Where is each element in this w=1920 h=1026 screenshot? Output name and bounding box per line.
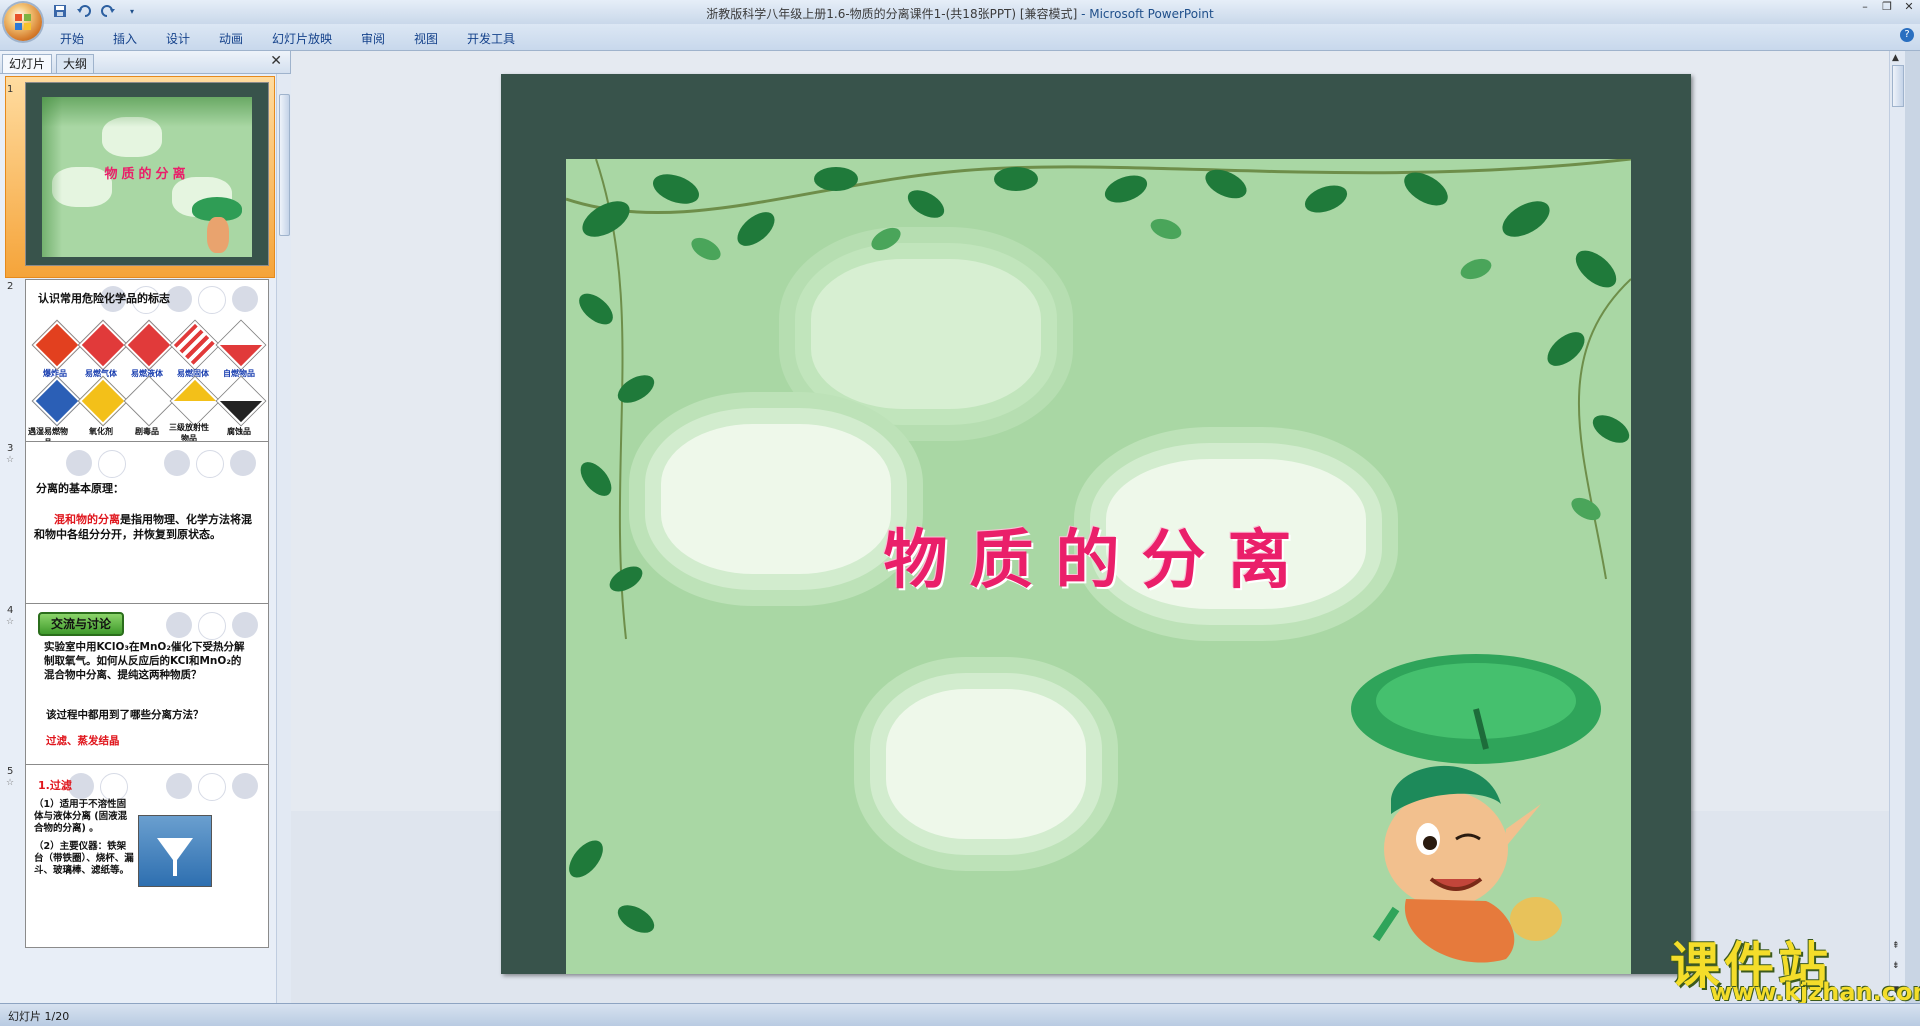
- tab-slides[interactable]: 幻灯片: [2, 54, 53, 73]
- tab-review[interactable]: 审阅: [361, 30, 385, 47]
- tab-developer[interactable]: 开发工具: [467, 30, 515, 47]
- window-controls: – ❐ ✕: [1854, 0, 1920, 16]
- slide-preview: 物质的分离: [25, 82, 269, 266]
- close-icon[interactable]: ✕: [1898, 0, 1920, 16]
- oxidizer-icon: [78, 376, 128, 426]
- elf-character-image: [1346, 654, 1601, 963]
- tab-animations[interactable]: 动画: [219, 30, 243, 47]
- tab-outline[interactable]: 大纲: [56, 54, 95, 73]
- slide-1: 物质的分离: [566, 159, 1631, 974]
- slide-preview: 交流与讨论 实验室中用KClO₃在MnO₂催化下受热分解制取氧气。如何从反应后的…: [25, 603, 269, 787]
- animation-star-icon: ☆: [6, 778, 15, 788]
- slide-thumbnails: 1 物质的分离 2 认识常用危险化学品的标志 爆炸品 易燃气体 易燃液体 易燃固…: [0, 74, 276, 1003]
- discussion-badge: 交流与讨论: [38, 612, 124, 636]
- toxic-icon: [124, 376, 174, 426]
- slide-preview: 认识常用危险化学品的标志 爆炸品 易燃气体 易燃液体 易燃固体 自燃物品 遇湿易…: [25, 279, 269, 463]
- tab-insert[interactable]: 插入: [113, 30, 137, 47]
- scroll-up-icon[interactable]: ▲: [1892, 53, 1899, 63]
- slide-number: 3: [7, 443, 14, 454]
- slide-number: 5: [7, 766, 14, 777]
- thumb-title: 物质的分离: [104, 167, 190, 182]
- flammable-liquid-icon: [124, 320, 174, 370]
- tab-design[interactable]: 设计: [166, 30, 190, 47]
- thumb-title: 认识常用危险化学品的标志: [38, 292, 170, 305]
- corrosive-icon: [216, 376, 266, 426]
- flammable-solid-icon: [170, 320, 220, 370]
- scroll-thumb[interactable]: [279, 94, 290, 236]
- flammable-gas-icon: [78, 320, 128, 370]
- slide-number: 4: [7, 605, 14, 616]
- help-icon[interactable]: ?: [1900, 28, 1914, 42]
- close-pane-icon[interactable]: ✕: [270, 53, 282, 69]
- slide-title[interactable]: 物质的分离: [566, 509, 1631, 601]
- water-reactive-icon: [32, 376, 82, 426]
- animation-star-icon: ☆: [6, 617, 15, 627]
- explosive-icon: [32, 320, 82, 370]
- slide-counter: 幻灯片 1/20: [8, 1010, 70, 1023]
- filtration-image: [138, 815, 212, 887]
- animation-star-icon: ☆: [6, 455, 15, 465]
- title-bar: ▾ 浙教版科学八年级上册1.6-物质的分离课件1-(共18张PPT) [兼容模式…: [0, 0, 1920, 24]
- spontaneous-combustion-icon: [216, 320, 266, 370]
- slide-number: 2: [7, 281, 14, 292]
- document-title: 浙教版科学八年级上册1.6-物质的分离课件1-(共18张PPT) [兼容模式]: [706, 7, 1078, 21]
- office-button[interactable]: [4, 3, 42, 41]
- watermark-url: www.kjzhan.com: [1710, 978, 1920, 1006]
- ribbon-tabs: 开始 插入 设计 动画 幻灯片放映 审阅 视图 开发工具 ?: [0, 24, 1920, 51]
- minimize-icon[interactable]: –: [1854, 0, 1876, 16]
- radioactive-icon: [170, 376, 220, 426]
- slides-pane-scrollbar[interactable]: [276, 74, 291, 1003]
- slide-number: 1: [7, 84, 14, 95]
- restore-icon[interactable]: ❐: [1876, 0, 1898, 16]
- status-bar: 幻灯片 1/20: [0, 1003, 1920, 1026]
- tab-home[interactable]: 开始: [60, 30, 84, 47]
- office-logo-icon: [15, 14, 31, 30]
- scroll-thumb[interactable]: [1892, 65, 1904, 107]
- app-name: - Microsoft PowerPoint: [1081, 7, 1214, 21]
- slide-canvas[interactable]: 物质的分离: [501, 74, 1691, 974]
- slides-pane: 幻灯片 大纲 ✕ 1 物质的分离 2 认识常用危险化学品的标志 爆炸品 易燃气体…: [0, 51, 291, 1003]
- tab-view[interactable]: 视图: [414, 30, 438, 47]
- tab-slideshow[interactable]: 幻灯片放映: [272, 30, 332, 47]
- slide-editing-area: 物质的分离 ▲ ⇞ ⇟ ▼: [291, 51, 1905, 1003]
- site-watermark: 课件站 www.kjzhan.com: [1670, 926, 1920, 1006]
- editor-scrollbar[interactable]: ▲ ⇞ ⇟ ▼: [1889, 51, 1905, 1003]
- slide-preview: 分离的基本原理： 混和物的分离是指用物理、化学方法将混和物中各组分分开，并恢复到…: [25, 441, 269, 625]
- slide-preview: 1.过滤 （1）适用于不溶性固体与液体分离 (固液混合物的分离) 。 （2）主要…: [25, 764, 269, 948]
